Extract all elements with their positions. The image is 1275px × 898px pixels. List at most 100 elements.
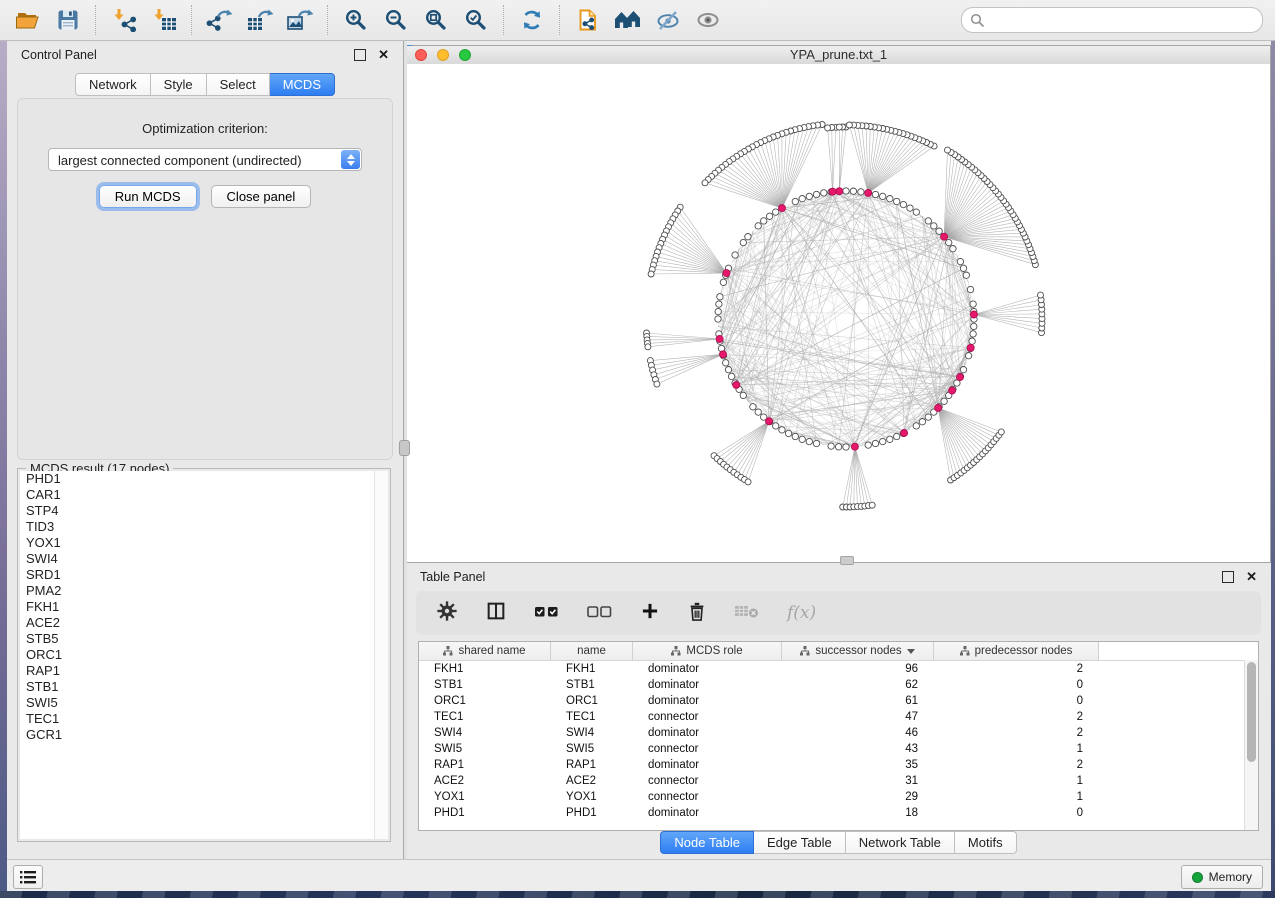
network-node[interactable] xyxy=(945,147,951,153)
network-node[interactable] xyxy=(872,440,878,446)
zoom-fit-icon[interactable] xyxy=(416,3,456,37)
network-node[interactable] xyxy=(715,316,721,322)
mcds-result-item[interactable]: STB5 xyxy=(20,631,388,647)
mcds-result-list[interactable]: PHD1CAR1STP4TID3YOX1SWI4SRD1PMA2FKH1ACE2… xyxy=(20,471,388,839)
network-node[interactable] xyxy=(750,404,756,410)
network-node[interactable] xyxy=(1038,292,1044,298)
mcds-network-node[interactable] xyxy=(957,374,964,381)
birdseye-view-icon[interactable] xyxy=(608,3,648,37)
cell[interactable]: 29 xyxy=(782,789,934,805)
mcds-result-item[interactable]: ORC1 xyxy=(20,647,388,663)
network-node[interactable] xyxy=(858,189,864,195)
cell[interactable]: SWI5 xyxy=(419,741,551,757)
cell[interactable]: FKH1 xyxy=(419,661,551,677)
cell[interactable]: STB1 xyxy=(419,677,551,693)
save-session-icon[interactable] xyxy=(48,3,88,37)
network-node[interactable] xyxy=(960,265,966,271)
network-node[interactable] xyxy=(835,444,841,450)
cell[interactable]: 61 xyxy=(782,693,934,709)
table-row[interactable]: ORC1ORC1dominator610 xyxy=(419,693,1258,709)
cell[interactable]: 2 xyxy=(934,709,1099,725)
tab-select[interactable]: Select xyxy=(207,73,270,96)
mcds-result-item[interactable]: PMA2 xyxy=(20,583,388,599)
mcds-result-item[interactable]: TEC1 xyxy=(20,711,388,727)
cell[interactable]: 2 xyxy=(934,757,1099,773)
export-table-icon[interactable] xyxy=(240,3,280,37)
close-table-panel-icon[interactable]: ✕ xyxy=(1246,572,1257,582)
table-row[interactable]: SWI5SWI5connector431 xyxy=(419,741,1258,757)
share-network-file-icon[interactable] xyxy=(568,3,608,37)
cell[interactable]: 0 xyxy=(934,693,1099,709)
mcds-network-node[interactable] xyxy=(733,381,740,388)
network-node[interactable] xyxy=(648,271,654,277)
network-node[interactable] xyxy=(965,353,971,359)
network-node[interactable] xyxy=(821,190,827,196)
mcds-network-node[interactable] xyxy=(720,351,727,358)
network-node[interactable] xyxy=(950,246,956,252)
network-node[interactable] xyxy=(865,442,871,448)
cell[interactable]: connector xyxy=(633,773,782,789)
network-node[interactable] xyxy=(715,308,721,314)
column-header-shared-name[interactable]: shared name xyxy=(419,642,551,660)
mcds-result-item[interactable]: STB1 xyxy=(20,679,388,695)
mcds-result-item[interactable]: SRD1 xyxy=(20,567,388,583)
table-scrollbar[interactable] xyxy=(1244,660,1258,830)
mcds-network-node[interactable] xyxy=(967,344,974,351)
network-node[interactable] xyxy=(723,360,729,366)
export-image-icon[interactable] xyxy=(280,3,320,37)
network-node[interactable] xyxy=(792,433,798,439)
maximize-window-button[interactable] xyxy=(459,49,471,61)
zoom-selected-icon[interactable] xyxy=(456,3,496,37)
network-node[interactable] xyxy=(785,430,791,436)
network-node[interactable] xyxy=(887,196,893,202)
network-node[interactable] xyxy=(806,438,812,444)
network-node[interactable] xyxy=(755,223,761,229)
cell[interactable]: 31 xyxy=(782,773,934,789)
network-node[interactable] xyxy=(799,196,805,202)
mcds-result-item[interactable]: FKH1 xyxy=(20,599,388,615)
table-row[interactable]: STB1STB1dominator620 xyxy=(419,677,1258,693)
tab-edge-table[interactable]: Edge Table xyxy=(754,831,846,854)
cell[interactable]: PHD1 xyxy=(419,805,551,821)
network-node[interactable] xyxy=(894,433,900,439)
tab-network[interactable]: Network xyxy=(75,73,151,96)
network-node[interactable] xyxy=(907,205,913,211)
network-node[interactable] xyxy=(925,218,931,224)
table-row[interactable]: ACE2ACE2connector311 xyxy=(419,773,1258,789)
table-row[interactable]: YOX1YOX1connector291 xyxy=(419,789,1258,805)
mcds-network-node[interactable] xyxy=(836,188,843,195)
table-row[interactable]: FKH1FKH1dominator962 xyxy=(419,661,1258,677)
network-node[interactable] xyxy=(779,427,785,433)
mcds-network-node[interactable] xyxy=(935,404,942,411)
network-node[interactable] xyxy=(850,188,856,194)
network-node[interactable] xyxy=(806,193,812,199)
mcds-network-node[interactable] xyxy=(865,189,872,196)
cell[interactable]: 18 xyxy=(782,805,934,821)
mcds-result-item[interactable]: SWI4 xyxy=(20,551,388,567)
mcds-result-item[interactable]: GCR1 xyxy=(20,727,388,743)
import-network-icon[interactable] xyxy=(104,3,144,37)
cell[interactable]: RAP1 xyxy=(551,757,633,773)
cell[interactable]: dominator xyxy=(633,805,782,821)
network-node[interactable] xyxy=(755,409,761,415)
network-node[interactable] xyxy=(773,423,779,429)
network-node[interactable] xyxy=(913,423,919,429)
cell[interactable]: TEC1 xyxy=(419,709,551,725)
mcds-result-item[interactable]: SWI5 xyxy=(20,695,388,711)
cell[interactable]: dominator xyxy=(633,693,782,709)
cell[interactable]: 1 xyxy=(934,773,1099,789)
search-input[interactable] xyxy=(985,12,1254,29)
cell[interactable]: FKH1 xyxy=(551,661,633,677)
network-node[interactable] xyxy=(880,193,886,199)
mcds-network-node[interactable] xyxy=(901,430,908,437)
mcds-network-node[interactable] xyxy=(949,387,956,394)
cell[interactable]: 1 xyxy=(934,741,1099,757)
network-node[interactable] xyxy=(887,436,893,442)
cell[interactable]: 1 xyxy=(934,789,1099,805)
mcds-result-item[interactable]: CAR1 xyxy=(20,487,388,503)
network-node[interactable] xyxy=(846,122,852,128)
network-node[interactable] xyxy=(813,440,819,446)
cell[interactable]: dominator xyxy=(633,725,782,741)
network-node[interactable] xyxy=(941,398,947,404)
export-network-icon[interactable] xyxy=(200,3,240,37)
